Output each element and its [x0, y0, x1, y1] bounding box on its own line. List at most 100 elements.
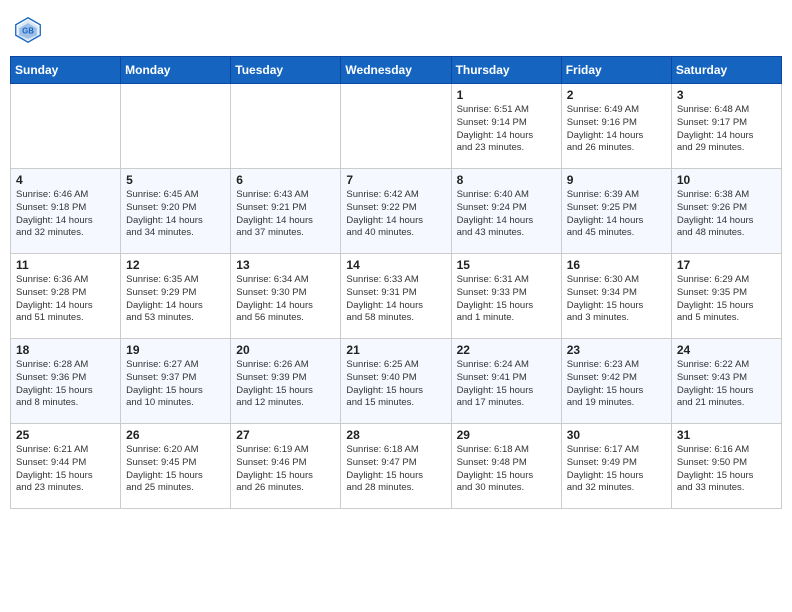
calendar-cell: 15 Sunrise: 6:31 AM Sunset: 9:33 PM Dayli… — [451, 254, 561, 339]
day-of-week-header: Tuesday — [231, 57, 341, 84]
day-info: Sunrise: 6:42 AM Sunset: 9:22 PM Dayligh… — [346, 189, 445, 240]
day-number: 31 — [677, 428, 776, 442]
day-info: Sunrise: 6:16 AM Sunset: 9:50 PM Dayligh… — [677, 444, 776, 495]
day-number: 4 — [16, 173, 115, 187]
day-info: Sunrise: 6:43 AM Sunset: 9:21 PM Dayligh… — [236, 189, 335, 240]
calendar-cell: 8Sunrise: 6:40 AM Sunset: 9:24 PM Daylig… — [451, 169, 561, 254]
calendar-cell — [341, 84, 451, 169]
day-number: 25 — [16, 428, 115, 442]
calendar-cell: 28 Sunrise: 6:18 AM Sunset: 9:47 PM Dayli… — [341, 424, 451, 509]
day-of-week-header: Sunday — [11, 57, 121, 84]
calendar-cell — [11, 84, 121, 169]
calendar-cell: 30 Sunrise: 6:17 AM Sunset: 9:49 PM Dayli… — [561, 424, 671, 509]
calendar-cell: 26 Sunrise: 6:20 AM Sunset: 9:45 PM Dayli… — [121, 424, 231, 509]
calendar-week-row: 11 Sunrise: 6:36 AM Sunset: 9:28 PM Dayli… — [11, 254, 782, 339]
day-number: 27 — [236, 428, 335, 442]
calendar-table: SundayMondayTuesdayWednesdayThursdayFrid… — [10, 56, 782, 509]
day-info: Sunrise: 6:38 AM Sunset: 9:26 PM Dayligh… — [677, 189, 776, 240]
day-number: 18 — [16, 343, 115, 357]
day-number: 26 — [126, 428, 225, 442]
day-number: 17 — [677, 258, 776, 272]
day-info: Sunrise: 6:33 AM Sunset: 9:31 PM Dayligh… — [346, 274, 445, 325]
day-of-week-header: Friday — [561, 57, 671, 84]
calendar-cell: 12 Sunrise: 6:35 AM Sunset: 9:29 PM Dayli… — [121, 254, 231, 339]
day-number: 2 — [567, 88, 666, 102]
day-number: 1 — [457, 88, 556, 102]
day-number: 23 — [567, 343, 666, 357]
day-of-week-header: Saturday — [671, 57, 781, 84]
calendar-cell: 18 Sunrise: 6:28 AM Sunset: 9:36 PM Dayli… — [11, 339, 121, 424]
day-info: Sunrise: 6:17 AM Sunset: 9:49 PM Dayligh… — [567, 444, 666, 495]
day-number: 14 — [346, 258, 445, 272]
page-header: GB — [10, 10, 782, 50]
calendar-cell: 10 Sunrise: 6:38 AM Sunset: 9:26 PM Dayli… — [671, 169, 781, 254]
calendar-cell: 14 Sunrise: 6:33 AM Sunset: 9:31 PM Dayli… — [341, 254, 451, 339]
day-number: 20 — [236, 343, 335, 357]
day-info: Sunrise: 6:36 AM Sunset: 9:28 PM Dayligh… — [16, 274, 115, 325]
calendar-cell: 2 Sunrise: 6:49 AM Sunset: 9:16 PM Daylig… — [561, 84, 671, 169]
day-info: Sunrise: 6:24 AM Sunset: 9:41 PM Dayligh… — [457, 359, 556, 410]
day-info: Sunrise: 6:19 AM Sunset: 9:46 PM Dayligh… — [236, 444, 335, 495]
day-info: Sunrise: 6:51 AM Sunset: 9:14 PM Dayligh… — [457, 104, 556, 155]
calendar-week-row: 18 Sunrise: 6:28 AM Sunset: 9:36 PM Dayli… — [11, 339, 782, 424]
calendar-cell: 27 Sunrise: 6:19 AM Sunset: 9:46 PM Dayli… — [231, 424, 341, 509]
day-number: 22 — [457, 343, 556, 357]
calendar-cell: 20Sunrise: 6:26 AM Sunset: 9:39 PM Dayli… — [231, 339, 341, 424]
day-of-week-header: Wednesday — [341, 57, 451, 84]
day-number: 30 — [567, 428, 666, 442]
calendar-cell: 3 Sunrise: 6:48 AM Sunset: 9:17 PM Daylig… — [671, 84, 781, 169]
day-info: Sunrise: 6:39 AM Sunset: 9:25 PM Dayligh… — [567, 189, 666, 240]
calendar-cell: 19Sunrise: 6:27 AM Sunset: 9:37 PM Dayli… — [121, 339, 231, 424]
calendar-cell: 7Sunrise: 6:42 AM Sunset: 9:22 PM Daylig… — [341, 169, 451, 254]
day-number: 3 — [677, 88, 776, 102]
calendar-cell: 4 Sunrise: 6:46 AM Sunset: 9:18 PM Daylig… — [11, 169, 121, 254]
day-info: Sunrise: 6:48 AM Sunset: 9:17 PM Dayligh… — [677, 104, 776, 155]
day-info: Sunrise: 6:30 AM Sunset: 9:34 PM Dayligh… — [567, 274, 666, 325]
day-number: 16 — [567, 258, 666, 272]
day-info: Sunrise: 6:46 AM Sunset: 9:18 PM Dayligh… — [16, 189, 115, 240]
calendar-cell: 6 Sunrise: 6:43 AM Sunset: 9:21 PM Daylig… — [231, 169, 341, 254]
day-info: Sunrise: 6:31 AM Sunset: 9:33 PM Dayligh… — [457, 274, 556, 325]
day-info: Sunrise: 6:28 AM Sunset: 9:36 PM Dayligh… — [16, 359, 115, 410]
day-info: Sunrise: 6:49 AM Sunset: 9:16 PM Dayligh… — [567, 104, 666, 155]
calendar-cell: 1 Sunrise: 6:51 AM Sunset: 9:14 PM Daylig… — [451, 84, 561, 169]
day-of-week-header: Monday — [121, 57, 231, 84]
day-info: Sunrise: 6:18 AM Sunset: 9:47 PM Dayligh… — [346, 444, 445, 495]
day-info: Sunrise: 6:27 AM Sunset: 9:37 PM Dayligh… — [126, 359, 225, 410]
day-info: Sunrise: 6:22 AM Sunset: 9:43 PM Dayligh… — [677, 359, 776, 410]
day-number: 13 — [236, 258, 335, 272]
calendar-cell: 13 Sunrise: 6:34 AM Sunset: 9:30 PM Dayli… — [231, 254, 341, 339]
day-number: 10 — [677, 173, 776, 187]
calendar-cell: 24 Sunrise: 6:22 AM Sunset: 9:43 PM Dayli… — [671, 339, 781, 424]
day-number: 12 — [126, 258, 225, 272]
logo-icon: GB — [14, 16, 42, 44]
calendar-cell: 31 Sunrise: 6:16 AM Sunset: 9:50 PM Dayli… — [671, 424, 781, 509]
day-number: 11 — [16, 258, 115, 272]
calendar-cell — [121, 84, 231, 169]
calendar-cell: 22 Sunrise: 6:24 AM Sunset: 9:41 PM Dayli… — [451, 339, 561, 424]
calendar-week-row: 25 Sunrise: 6:21 AM Sunset: 9:44 PM Dayli… — [11, 424, 782, 509]
calendar-cell: 21Sunrise: 6:25 AM Sunset: 9:40 PM Dayli… — [341, 339, 451, 424]
calendar-cell: 23 Sunrise: 6:23 AM Sunset: 9:42 PM Dayli… — [561, 339, 671, 424]
day-of-week-header: Thursday — [451, 57, 561, 84]
day-info: Sunrise: 6:34 AM Sunset: 9:30 PM Dayligh… — [236, 274, 335, 325]
day-info: Sunrise: 6:29 AM Sunset: 9:35 PM Dayligh… — [677, 274, 776, 325]
day-info: Sunrise: 6:20 AM Sunset: 9:45 PM Dayligh… — [126, 444, 225, 495]
day-number: 21 — [346, 343, 445, 357]
day-info: Sunrise: 6:23 AM Sunset: 9:42 PM Dayligh… — [567, 359, 666, 410]
svg-text:GB: GB — [22, 27, 34, 36]
day-number: 24 — [677, 343, 776, 357]
day-number: 6 — [236, 173, 335, 187]
day-info: Sunrise: 6:40 AM Sunset: 9:24 PM Dayligh… — [457, 189, 556, 240]
calendar-cell: 25 Sunrise: 6:21 AM Sunset: 9:44 PM Dayli… — [11, 424, 121, 509]
calendar-cell: 16 Sunrise: 6:30 AM Sunset: 9:34 PM Dayli… — [561, 254, 671, 339]
calendar-cell: 5Sunrise: 6:45 AM Sunset: 9:20 PM Daylig… — [121, 169, 231, 254]
day-number: 28 — [346, 428, 445, 442]
day-info: Sunrise: 6:21 AM Sunset: 9:44 PM Dayligh… — [16, 444, 115, 495]
calendar-week-row: 1 Sunrise: 6:51 AM Sunset: 9:14 PM Daylig… — [11, 84, 782, 169]
day-number: 15 — [457, 258, 556, 272]
logo: GB — [14, 16, 46, 44]
day-number: 5 — [126, 173, 225, 187]
day-info: Sunrise: 6:35 AM Sunset: 9:29 PM Dayligh… — [126, 274, 225, 325]
day-info: Sunrise: 6:18 AM Sunset: 9:48 PM Dayligh… — [457, 444, 556, 495]
